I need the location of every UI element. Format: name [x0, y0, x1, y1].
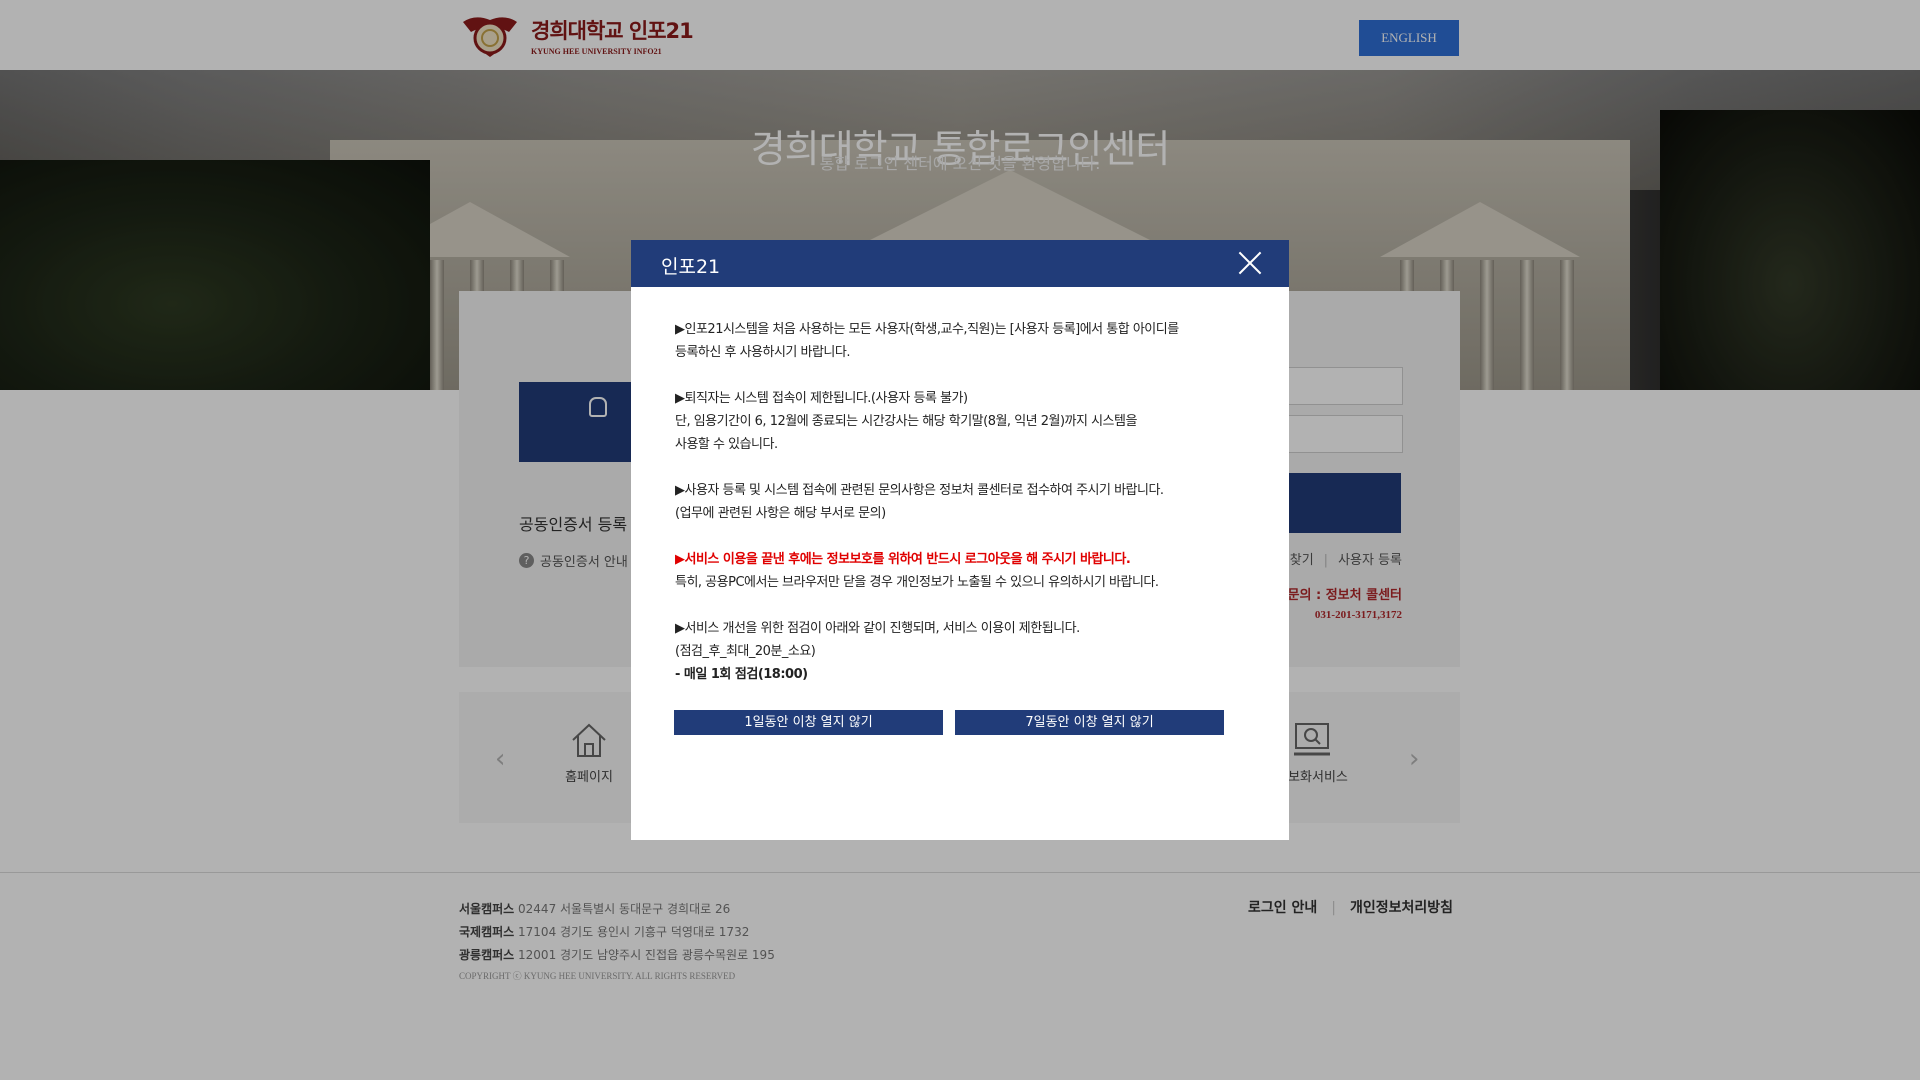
notice-line: ▶인포21시스템을 처음 사용하는 모든 사용자(학생,교수,직원)는 [사용자…	[675, 322, 1179, 337]
notice-line: ▶서비스 개선을 위한 점검이 아래와 같이 진행되며, 서비스 이용이 제한됩…	[675, 621, 1080, 636]
notice-line: ▶퇴직자는 시스템 접속이 제한됩니다.(사용자 등록 불가)	[675, 391, 968, 406]
maintenance-time: - 매일 1회 점검(18:00)	[675, 667, 808, 682]
notice-line: (점검_후_최대_20분_소요)	[675, 644, 816, 659]
logout-warning: ▶서비스 이용을 끝낸 후에는 정보보호를 위하여 반드시 로그아웃을 해 주시…	[675, 552, 1131, 567]
notice-line: (업무에 관련된 사항은 해당 부서로 문의)	[675, 506, 886, 521]
hide-7day-button[interactable]: 7일동안 이창 열지 않기	[955, 710, 1224, 735]
notice-line: 특히, 공용PC에서는 브라우저만 닫을 경우 개인정보가 노출될 수 있으니 …	[675, 575, 1159, 590]
notice-line: 단, 임용기간이 6, 12월에 종료되는 시간강사는 해당 학기말(8월, 익…	[675, 414, 1137, 429]
modal-body: ▶인포21시스템을 처음 사용하는 모든 사용자(학생,교수,직원)는 [사용자…	[675, 318, 1255, 686]
modal-header: 인포21	[631, 240, 1289, 287]
notice-line: ▶사용자 등록 및 시스템 접속에 관련된 문의사항은 정보처 콜센터로 접수하…	[675, 483, 1164, 498]
notice-line: 사용할 수 있습니다.	[675, 437, 778, 452]
notice-line: 등록하신 후 사용하시기 바랍니다.	[675, 345, 850, 360]
notice-modal: 인포21 ▶인포21시스템을 처음 사용하는 모든 사용자(학생,교수,직원)는…	[631, 240, 1289, 840]
modal-title: 인포21	[661, 256, 721, 278]
hide-1day-button[interactable]: 1일동안 이창 열지 않기	[674, 710, 943, 735]
close-icon[interactable]	[1237, 250, 1263, 276]
